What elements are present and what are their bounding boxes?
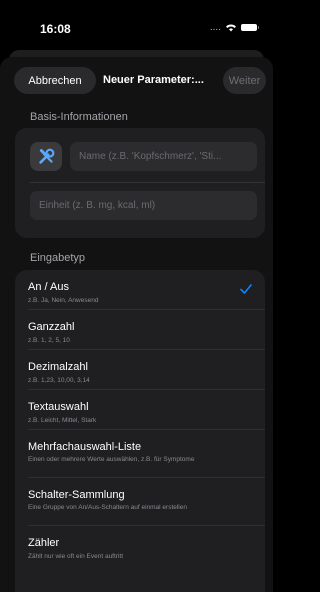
next-button[interactable]: Weiter <box>223 67 266 94</box>
section-title-basis: Basis-Informationen <box>30 111 128 123</box>
wifi-icon <box>226 24 236 32</box>
option-description: z.B. 1,23, 10,00, 3,14 <box>28 377 90 384</box>
list-item-text-choice[interactable]: Textauswahl z.B. Leicht, Mittel, Stark <box>15 390 265 430</box>
option-label: Textauswahl <box>28 401 89 413</box>
option-label: Dezimalzahl <box>28 361 88 373</box>
option-description: z.B. Leicht, Mittel, Stark <box>28 417 97 424</box>
option-label: Zähler <box>28 537 60 549</box>
option-description: Einen oder mehrere Werte auswählen, z.B.… <box>28 456 195 463</box>
battery-icon <box>241 24 259 31</box>
unit-input[interactable]: Einheit (z. B. mg, kcal, ml) <box>30 191 257 220</box>
new-parameter-sheet: Abbrechen Neuer Parameter:... Weiter Bas… <box>0 57 273 592</box>
option-label: Mehrfachauswahl-Liste <box>28 441 142 453</box>
list-item-counter[interactable]: Zähler Zählt nur wie oft ein Event auftr… <box>15 526 265 566</box>
icon-picker-button[interactable] <box>30 142 62 171</box>
list-item-on-off[interactable]: An / Aus z.B. Ja, Nein, Anwesend <box>15 270 265 310</box>
option-description: Zählt nur wie oft ein Event auftritt <box>28 553 124 560</box>
status-indicators: .... <box>209 22 259 33</box>
section-title-eingabetyp: Eingabetyp <box>30 252 86 264</box>
option-description: Eine Gruppe von An/Aus-Schaltern auf ein… <box>28 504 187 511</box>
option-description: z.B. 1, 2, 5, 10 <box>28 337 70 344</box>
option-description: z.B. Ja, Nein, Anwesend <box>28 297 99 304</box>
cancel-button[interactable]: Abbrechen <box>14 67 96 94</box>
list-item-multi-select[interactable]: Mehrfachauswahl-Liste Einen oder mehrere… <box>15 430 265 478</box>
sheet-title: Neuer Parameter:... <box>103 74 204 86</box>
basis-divider <box>30 182 265 183</box>
list-item-integer[interactable]: Ganzzahl z.B. 1, 2, 5, 10 <box>15 310 265 350</box>
sheet-navbar: Abbrechen Neuer Parameter:... Weiter <box>0 57 273 109</box>
basis-card: Name (z.B. 'Kopfschmerz', 'Sti... Einhei… <box>15 128 265 238</box>
status-time: 16:08 <box>40 22 71 36</box>
input-type-list: An / Aus z.B. Ja, Nein, Anwesend Ganzzah… <box>15 270 265 592</box>
list-item-switch-collection[interactable]: Schalter-Sammlung Eine Gruppe von An/Aus… <box>15 478 265 526</box>
option-label: An / Aus <box>28 281 69 293</box>
signal-dots: .... <box>209 22 221 33</box>
name-input[interactable]: Name (z.B. 'Kopfschmerz', 'Sti... <box>70 142 257 171</box>
checkmark-icon <box>240 284 252 294</box>
option-label: Schalter-Sammlung <box>28 489 125 501</box>
wrench-screwdriver-icon <box>38 148 54 164</box>
status-bar: 16:08 .... <box>0 0 273 44</box>
list-item-decimal[interactable]: Dezimalzahl z.B. 1,23, 10,00, 3,14 <box>15 350 265 390</box>
option-label: Ganzzahl <box>28 321 75 333</box>
